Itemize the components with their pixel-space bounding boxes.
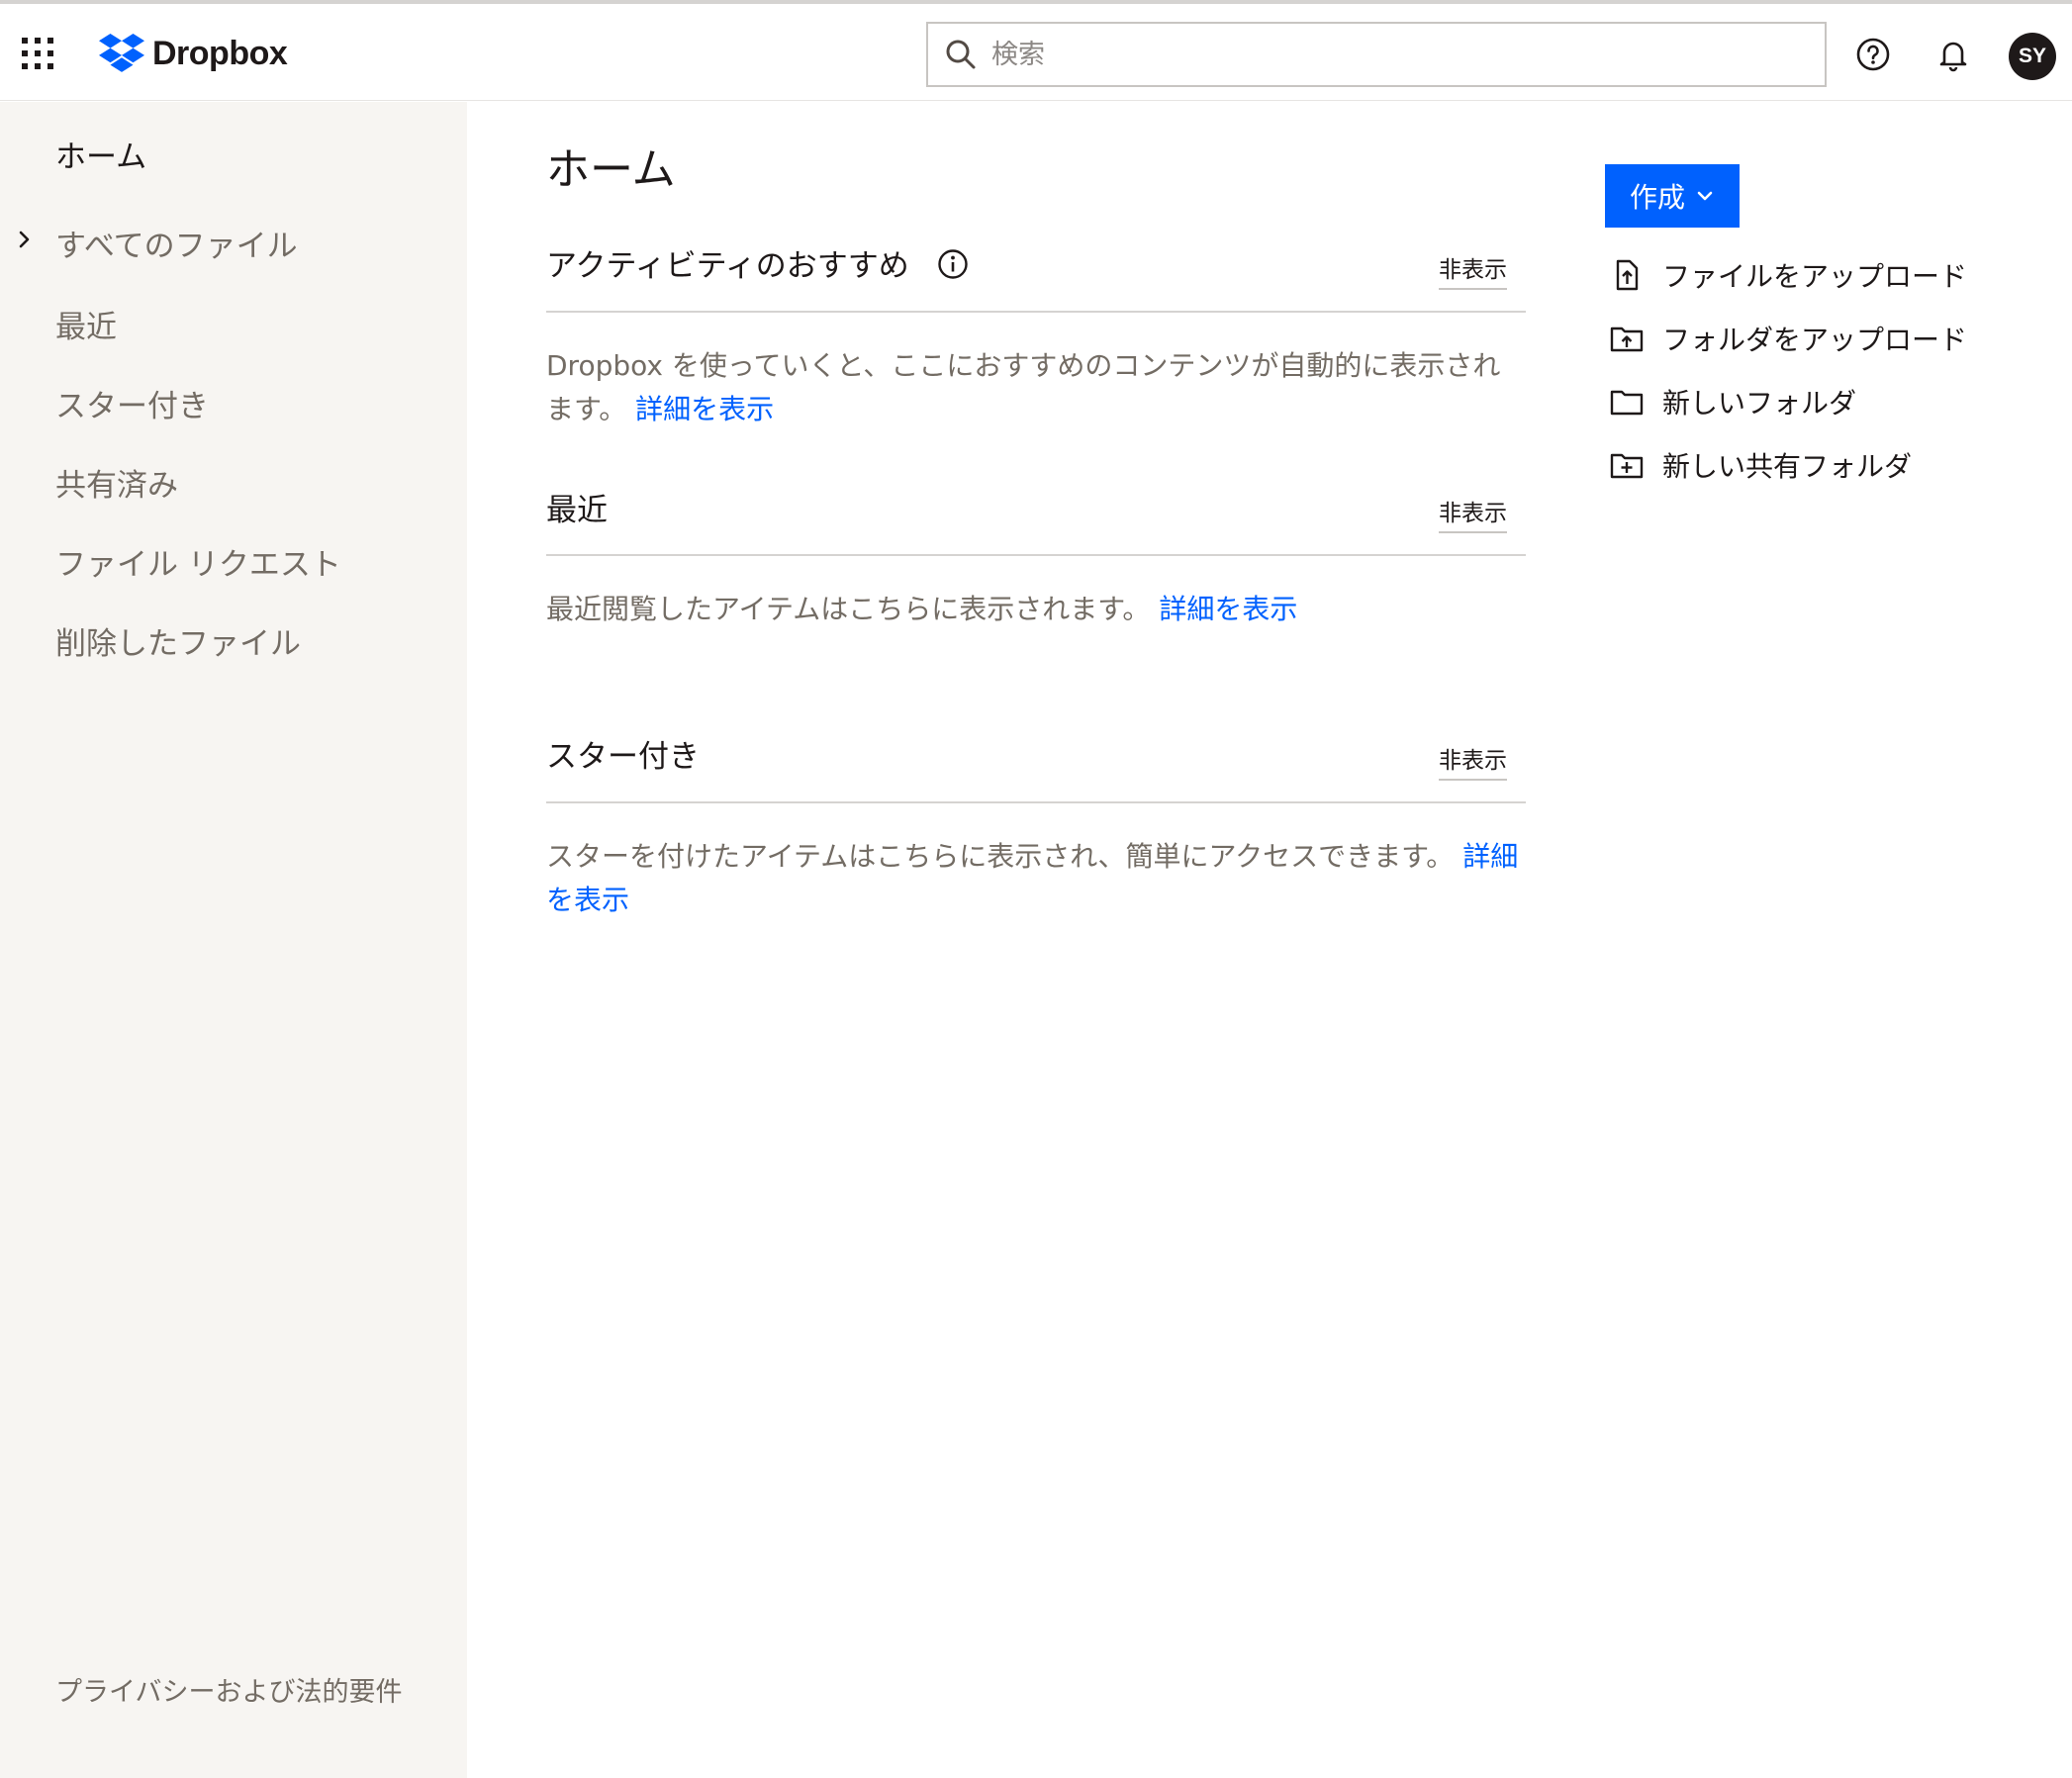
new-folder-action[interactable]: 新しいフォルダ [1609, 382, 1856, 421]
upload-folder-label: フォルダをアップロード [1662, 324, 1968, 356]
hide-recent-button[interactable]: 非表示 [1439, 494, 1507, 533]
sidebar-item-all-files[interactable]: すべてのファイル [55, 221, 298, 265]
folder-icon [1610, 390, 1644, 416]
sidebar-item-file-requests[interactable]: ファイル リクエスト [55, 539, 341, 584]
recent-description: 最近閲覧したアイテムはこちらに表示されます。 詳細を表示 [546, 588, 1526, 631]
starred-text: スターを付けたアイテムはこちらに表示され、簡単にアクセスできます。 [546, 840, 1455, 873]
suggestions-learn-more-link[interactable]: 詳細を表示 [635, 393, 774, 425]
app-grid-icon[interactable] [22, 38, 53, 69]
page-title: ホーム [546, 144, 676, 195]
upload-file-action[interactable]: ファイルをアップロード [1609, 255, 1967, 295]
new-folder-label: 新しいフォルダ [1662, 387, 1857, 420]
sidebar-item-deleted-files[interactable]: 削除したファイル [55, 618, 301, 663]
section-title-suggestions: アクティビティのおすすめ [546, 248, 909, 284]
chevron-down-icon [1697, 191, 1713, 201]
create-button[interactable]: 作成 [1605, 164, 1740, 228]
top-header: Dropbox SY [0, 4, 2072, 101]
section-divider [546, 801, 1526, 803]
new-shared-folder-action[interactable]: 新しい共有フォルダ [1609, 445, 1912, 485]
search-icon [946, 40, 976, 69]
recent-text: 最近閲覧したアイテムはこちらに表示されます。 [546, 593, 1151, 625]
section-divider [546, 311, 1526, 313]
app-name: Dropbox [152, 34, 288, 72]
upload-folder-action[interactable]: フォルダをアップロード [1609, 319, 1967, 358]
chevron-right-icon[interactable] [14, 229, 36, 250]
shared-folder-plus-icon [1610, 453, 1644, 479]
search-input[interactable] [991, 39, 1803, 70]
section-title-recent: 最近 [546, 493, 608, 528]
help-icon[interactable] [1852, 34, 1894, 75]
sidebar-item-shared[interactable]: 共有済み [55, 460, 178, 505]
search-bar[interactable] [926, 22, 1827, 87]
dropbox-logo-icon [99, 34, 144, 72]
info-icon[interactable] [936, 247, 970, 281]
section-title-starred: スター付き [546, 739, 700, 775]
hide-suggestions-button[interactable]: 非表示 [1439, 250, 1507, 290]
sidebar-item-recent[interactable]: 最近 [55, 302, 117, 346]
user-avatar[interactable]: SY [2009, 33, 2056, 80]
hide-starred-button[interactable]: 非表示 [1439, 741, 1507, 781]
starred-description: スターを付けたアイテムはこちらに表示され、簡単にアクセスできます。 詳細を表示 [546, 835, 1526, 922]
new-shared-folder-label: 新しい共有フォルダ [1662, 450, 1913, 483]
folder-upload-icon [1610, 327, 1644, 352]
sidebar-item-starred[interactable]: スター付き [55, 381, 209, 425]
sidebar-item-home[interactable]: ホーム [55, 132, 146, 176]
section-divider [546, 554, 1526, 556]
upload-file-label: ファイルをアップロード [1662, 260, 1968, 293]
sidebar: ホーム すべてのファイル 最近 スター付き 共有済み ファイル リクエスト 削除… [0, 102, 467, 1778]
privacy-legal-link[interactable]: プライバシーおよび法的要件 [55, 1672, 412, 1714]
create-button-label: 作成 [1629, 182, 1685, 213]
notification-bell-icon[interactable] [1932, 34, 1974, 75]
file-upload-icon [1616, 259, 1639, 291]
dropbox-logo[interactable]: Dropbox [99, 32, 288, 75]
recent-learn-more-link[interactable]: 詳細を表示 [1159, 593, 1297, 625]
suggestions-description: Dropbox を使っていくと、ここにおすすめのコンテンツが自動的に表示されます… [546, 344, 1526, 431]
